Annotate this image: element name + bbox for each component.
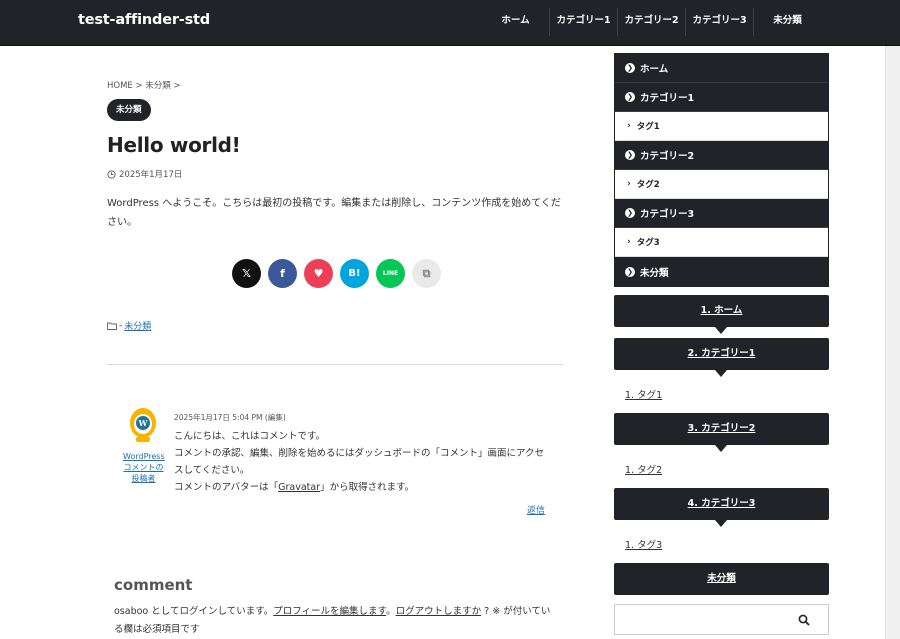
divider	[107, 364, 563, 365]
site-title[interactable]: test-affinder-std	[78, 12, 210, 28]
gravatar-link[interactable]: Gravatar	[278, 482, 320, 493]
chevron-circle-icon: ❯	[625, 208, 635, 218]
sidebar-menu-home[interactable]: ❯ ホーム	[615, 54, 828, 83]
sidebar-menu-uncategorized[interactable]: ❯ 未分類	[615, 257, 828, 286]
reply-link[interactable]: 返信	[527, 503, 545, 516]
post-category: - 未分類	[107, 319, 151, 332]
login-note: osaboo としてログインしています。プロフィールを編集します。ログアウトしま…	[114, 606, 551, 635]
svg-text:W: W	[138, 418, 149, 428]
sidebar-box-uncategorized[interactable]: 未分類	[614, 563, 829, 595]
global-nav: ホーム カテゴリー1 カテゴリー2 カテゴリー3 未分類	[482, 8, 821, 36]
chevron-circle-icon: ❯	[625, 266, 635, 277]
chevron-circle-icon: ❯	[625, 63, 635, 73]
chevron-circle-icon: ❯	[625, 150, 635, 160]
sidebar-sublink-tag1[interactable]: 1. タグ1	[625, 387, 662, 401]
page-scrollbar[interactable]	[885, 46, 900, 639]
share-hatena-button[interactable]: B!	[340, 259, 369, 288]
sidebar-sublink-tag3[interactable]: 1. タグ3	[625, 537, 662, 551]
edit-profile-link[interactable]: プロフィールを編集します	[273, 606, 386, 617]
sidebar-menu: ❯ ホーム ❯ カテゴリー1 › タグ1 ❯ カテゴリー2 › タグ2 ❯ カテゴリー3 ›…	[614, 53, 829, 287]
comment-meta: 2025年1月17日 5:04 PM (編集)	[174, 412, 286, 423]
sidebar-box-category3[interactable]: 4. カテゴリー3	[614, 488, 829, 527]
comment-line3: コメントのアバターは「Gravatar」から取得されます。	[174, 482, 415, 493]
post-body: WordPress へようこそ。こちらは最初の投稿です。編集または削除し、コンテ…	[107, 198, 561, 228]
clock-icon	[107, 169, 116, 179]
sidebar-box-category2[interactable]: 3. カテゴリー2	[614, 413, 829, 452]
search-input[interactable]	[614, 604, 829, 635]
arrow-down-icon	[715, 445, 727, 452]
post-date: 2025年1月17日	[107, 168, 182, 180]
post-title: Hello world!	[107, 133, 241, 157]
comment-text: こんにちは、これはコメントです。 コメントの承認、編集、削除を始めるにはダッシュ…	[174, 428, 550, 496]
nav-item-home[interactable]: ホーム	[482, 8, 549, 36]
sidebar-menu-category1[interactable]: ❯ カテゴリー1	[615, 83, 828, 112]
hatena-icon: B!	[348, 268, 361, 279]
arrow-down-icon	[715, 370, 727, 377]
chevron-right-icon: ›	[627, 121, 631, 131]
sidebar-menu-tag1[interactable]: › タグ1	[615, 112, 828, 141]
pocket-icon: ♥	[313, 267, 324, 280]
sidebar-menu-tag3[interactable]: › タグ3	[615, 228, 828, 257]
share-x-button[interactable]: 𝕏	[232, 259, 261, 288]
nav-item-uncategorized[interactable]: 未分類	[753, 8, 821, 36]
comment-line1: こんにちは、これはコメントです。	[174, 431, 326, 442]
sidebar-box-category1[interactable]: 2. カテゴリー1	[614, 338, 829, 377]
logout-link[interactable]: ログアウトしますか	[396, 606, 482, 617]
comment-heading: comment	[114, 576, 193, 594]
facebook-icon: f	[280, 267, 285, 280]
breadcrumb[interactable]: HOME > 未分類 >	[107, 79, 181, 91]
arrow-down-icon	[715, 327, 727, 334]
copy-link-button[interactable]: ⧉	[412, 259, 441, 288]
chevron-circle-icon: ❯	[625, 92, 635, 102]
line-icon: LINE	[382, 270, 399, 277]
avatar: W	[130, 408, 156, 442]
nav-item-category3[interactable]: カテゴリー3	[685, 8, 753, 36]
site-header: test-affinder-std ホーム カテゴリー1 カテゴリー2 カテゴリ…	[0, 0, 900, 46]
sidebar-box-home[interactable]: 1. ホーム	[614, 295, 829, 334]
sidebar-sublink-tag2[interactable]: 1. タグ2	[625, 462, 662, 476]
share-pocket-button[interactable]: ♥	[304, 259, 333, 288]
share-line-button[interactable]: LINE	[376, 259, 405, 288]
comment-author[interactable]: WordPress コメントの投稿者	[123, 451, 165, 484]
sidebar-menu-category3[interactable]: ❯ カテゴリー3	[615, 199, 828, 228]
chevron-right-icon: ›	[627, 237, 631, 247]
comment-line2: コメントの承認、編集、削除を始めるにはダッシュボードの「コメント」画面にアクセス…	[174, 448, 545, 476]
share-facebook-button[interactable]: f	[268, 259, 297, 288]
nav-item-category1[interactable]: カテゴリー1	[549, 8, 617, 36]
arrow-down-icon	[715, 520, 727, 527]
nav-item-category2[interactable]: カテゴリー2	[617, 8, 685, 36]
folder-icon	[107, 322, 117, 330]
sidebar: ❯ ホーム ❯ カテゴリー1 › タグ1 ❯ カテゴリー2 › タグ2 ❯ カテゴリー3 ›…	[614, 53, 829, 635]
x-icon: 𝕏	[242, 267, 251, 280]
chevron-right-icon: ›	[627, 179, 631, 189]
comment-date[interactable]: 2025年1月17日 5:04 PM	[174, 413, 263, 422]
post-category-link[interactable]: 未分類	[124, 319, 151, 332]
sidebar-menu-tag2[interactable]: › タグ2	[615, 170, 828, 199]
post-date-text: 2025年1月17日	[119, 170, 183, 180]
comment-edit-link[interactable]: (編集)	[265, 413, 286, 422]
share-buttons: 𝕏 f ♥ B! LINE ⧉	[232, 259, 441, 288]
copy-icon: ⧉	[422, 266, 431, 280]
category-badge[interactable]: 未分類	[107, 99, 151, 121]
sidebar-menu-category2[interactable]: ❯ カテゴリー2	[615, 141, 828, 170]
search-icon[interactable]	[798, 614, 810, 626]
